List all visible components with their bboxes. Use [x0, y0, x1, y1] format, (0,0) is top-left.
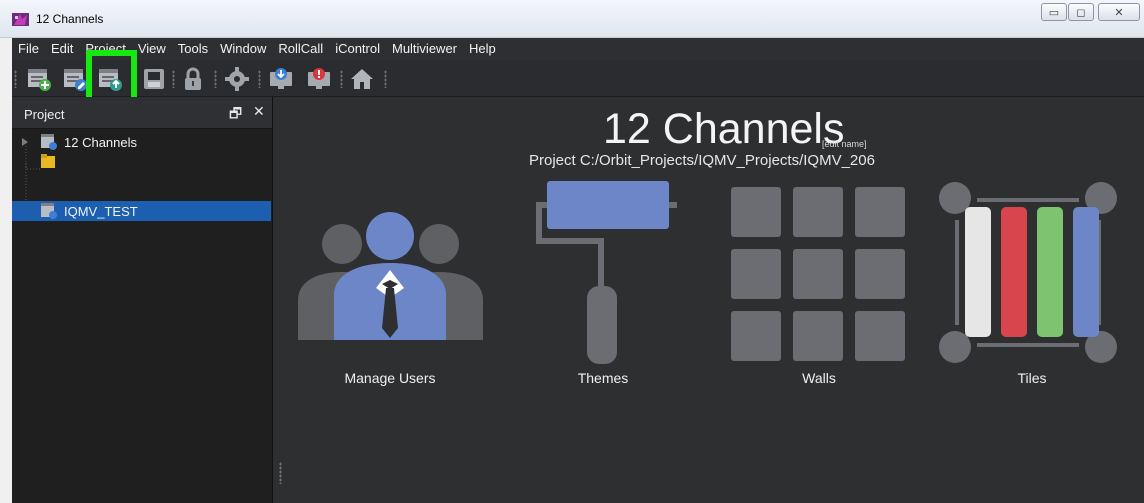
home-icon[interactable] [349, 66, 375, 92]
manage-users-icon [298, 212, 483, 340]
title-bar: 12 Channels ▭ ◻ ✕ [0, 0, 1144, 38]
monitor-alert-icon[interactable] [306, 66, 332, 92]
project-panel: Project 🗗 ✕ 12 Channels IQMV_TEST [12, 97, 273, 503]
edit-name-link[interactable]: [edit name] [822, 139, 867, 149]
tree-item-folder[interactable] [12, 143, 271, 171]
project-file-icon [41, 134, 57, 150]
walls-grid-icon [731, 187, 905, 361]
monitor-download-icon[interactable] [268, 66, 294, 92]
menu-bar: File Edit Project View Tools Window Roll… [12, 38, 1144, 60]
toolbar-separator [340, 70, 343, 88]
tree-connector [25, 163, 40, 212]
window-title: 12 Channels [36, 12, 104, 26]
menu-icontrol[interactable]: iControl [329, 38, 386, 60]
close-window-button[interactable]: ✕ [1098, 3, 1140, 21]
toolbar [12, 60, 1144, 97]
save-icon[interactable] [141, 66, 167, 92]
close-panel-icon[interactable]: ✕ [253, 103, 265, 120]
toolbar-grip [14, 70, 17, 88]
minimize-icon: ▭ [1048, 6, 1060, 19]
tree-item-label: IQMV_TEST [64, 204, 138, 219]
splitter-grip[interactable] [279, 462, 282, 484]
tree-item-iqmv-test[interactable]: IQMV_TEST [12, 163, 271, 221]
menu-rollcall[interactable]: RollCall [272, 38, 329, 60]
panel-header: Project 🗗 ✕ [12, 97, 272, 129]
lock-icon[interactable] [180, 66, 206, 92]
themes-label: Themes [577, 370, 629, 386]
manage-users-label: Manage Users [344, 370, 436, 386]
menu-multiviewer[interactable]: Multiviewer [386, 38, 463, 60]
menu-view[interactable]: View [132, 38, 172, 60]
walls-tile[interactable]: Walls [731, 187, 907, 386]
paint-roller-icon [536, 181, 677, 364]
toolbar-separator [214, 70, 217, 88]
app-logo-icon [12, 13, 29, 26]
toolbar-separator [384, 70, 387, 88]
walls-label: Walls [802, 370, 836, 386]
float-panel-icon[interactable]: 🗗 [229, 103, 242, 127]
project-file-icon [41, 203, 57, 219]
panel-title: Project [24, 107, 65, 122]
folder-icon [41, 154, 55, 168]
toolbar-separator [172, 70, 175, 88]
maximize-button[interactable]: ◻ [1068, 3, 1094, 21]
themes-tile[interactable]: Themes [535, 179, 680, 386]
manage-users-tile[interactable]: Manage Users [298, 212, 483, 386]
tiles-icon [939, 182, 1117, 363]
menu-help[interactable]: Help [463, 38, 502, 60]
edit-project-icon[interactable] [62, 66, 88, 92]
project-name-title: 12 Channels [603, 105, 845, 153]
new-project-icon[interactable] [26, 66, 52, 92]
project-path: Project C:/Orbit_Projects/IQMV_Projects/… [529, 152, 875, 169]
tiles-tile[interactable]: Tiles [937, 180, 1119, 386]
toolbar-separator [258, 70, 261, 88]
tree-item-12-channels[interactable]: 12 Channels [12, 132, 271, 152]
minimize-button[interactable]: ▭ [1041, 3, 1067, 21]
menu-file[interactable]: File [12, 38, 45, 60]
menu-edit[interactable]: Edit [45, 38, 79, 60]
tree-item-label: 12 Channels [64, 135, 137, 150]
settings-gear-icon[interactable] [224, 66, 250, 92]
close-icon: ✕ [1114, 6, 1124, 19]
menu-tools[interactable]: Tools [172, 38, 214, 60]
main-area: 12 Channels [edit name] Project C:/Orbit… [273, 97, 1144, 503]
tiles-label: Tiles [1017, 370, 1047, 386]
menu-window[interactable]: Window [214, 38, 272, 60]
maximize-icon: ◻ [1076, 6, 1086, 19]
